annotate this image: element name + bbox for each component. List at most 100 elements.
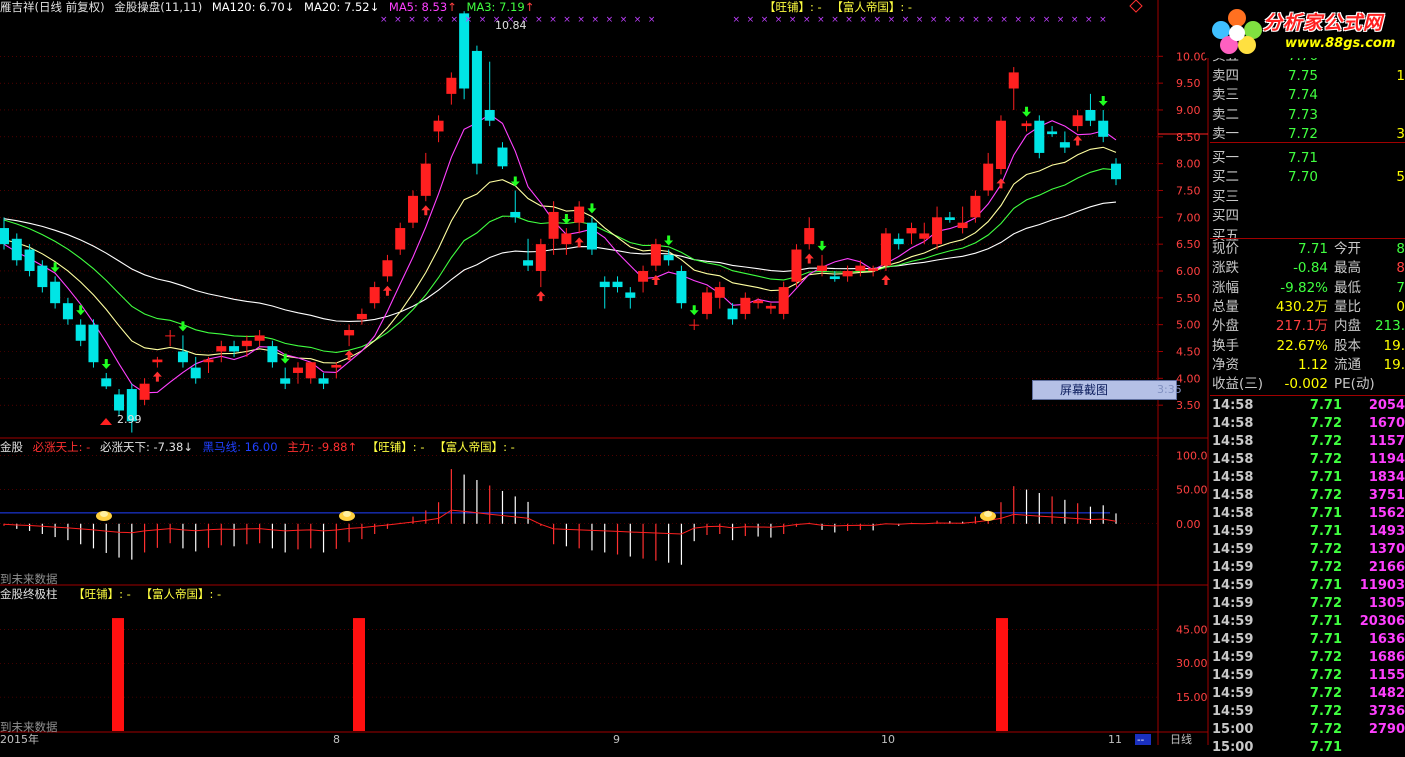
- info-value: 213.: [1374, 318, 1405, 335]
- sub2-indicator: [112, 618, 1008, 731]
- ma-yellow-line: [3, 146, 1117, 364]
- stock-title: 雁吉祥(日线 前复权): [0, 0, 105, 14]
- candle-body: [177, 351, 188, 363]
- candle-body: [791, 249, 802, 282]
- candle-body: [229, 346, 240, 352]
- x-month-9: 9: [613, 733, 620, 745]
- order-book-row[interactable]: 卖四 7.75 1: [1210, 67, 1405, 86]
- candle-body: [0, 228, 9, 245]
- candle-body: [344, 330, 355, 336]
- marker-x-icon: ×: [761, 15, 769, 25]
- y-tick-label: 9.00: [1176, 104, 1201, 117]
- sub1-bztx: 必涨天下: -7.38↓: [100, 440, 193, 454]
- kline-chart[interactable]: 10.00 9.50 9.00 8.50 8.00 7.50 7.00 6.50 6.00 5.5…: [0, 0, 1210, 745]
- marker-x-icon: ×: [1043, 15, 1051, 25]
- mode-button[interactable]: --: [1137, 735, 1145, 745]
- tick-volume: 1562: [1368, 506, 1405, 521]
- tick-price: 7.72: [1309, 560, 1342, 575]
- tick-row: 15:00 7.71: [1210, 739, 1405, 757]
- y-tick-label: 100.0: [1176, 449, 1208, 462]
- candle-body: [11, 238, 22, 261]
- tick-row: 14:59 7.71 1636: [1210, 631, 1405, 649]
- order-book-row[interactable]: 买三: [1210, 188, 1405, 207]
- arrow-down-icon: [664, 235, 674, 246]
- x-month-10: 10: [881, 733, 895, 745]
- moving-average-lines: [3, 113, 1117, 394]
- arrow-down-icon: ↓: [284, 0, 295, 14]
- sub1-wangpu: 【旺铺】: -: [366, 440, 425, 454]
- order-level: 买四: [1212, 208, 1239, 224]
- marker-x-icon: ×: [1057, 15, 1065, 25]
- tick-time: 14:59: [1212, 650, 1254, 665]
- y-tick-label: 7.50: [1176, 184, 1201, 197]
- marker-x-icon: ×: [944, 15, 952, 25]
- candle-body: [446, 77, 457, 94]
- low-marker: [100, 418, 112, 425]
- sub2-header: 金股终极柱 【旺铺】: - 【富人帝国】: -: [0, 587, 1160, 601]
- tick-price: 7.72: [1309, 542, 1342, 557]
- info-label: 流通: [1334, 356, 1361, 373]
- candle-body: [1059, 142, 1070, 148]
- candle-body: [548, 211, 559, 239]
- tick-price: 7.72: [1309, 416, 1342, 431]
- signal-column: [353, 618, 365, 731]
- site-logo: 分析家公式网 www.88gs.com: [1205, 0, 1405, 58]
- order-book-row[interactable]: 买一 7.71: [1210, 149, 1405, 168]
- info-row: 换手 22.67% 股本 19.: [1210, 337, 1405, 356]
- candle-body: [714, 287, 725, 298]
- arrow-down-icon: [178, 321, 188, 332]
- candle-body: [625, 292, 636, 298]
- y-tick-label: 3.50: [1176, 399, 1201, 412]
- info-value: -9.82%: [1280, 279, 1328, 296]
- logo-url[interactable]: www.88gs.com: [1285, 36, 1395, 51]
- arrow-up-icon: [996, 178, 1006, 189]
- candle-body: [944, 217, 955, 220]
- tick-time: 14:58: [1212, 416, 1254, 431]
- tick-volume: 11903: [1359, 578, 1405, 593]
- sub1-indicator: [0, 469, 1117, 565]
- order-book-row[interactable]: 卖三 7.74: [1210, 86, 1405, 105]
- period-label[interactable]: 日线: [1170, 732, 1192, 745]
- y-tick-label: 50.00: [1176, 484, 1208, 497]
- candle-body: [318, 378, 329, 384]
- tick-volume: 1686: [1368, 650, 1405, 665]
- marker-x-icon: ×: [930, 15, 938, 25]
- arrow-up-icon: [152, 371, 162, 382]
- marker-x-icon: ×: [986, 15, 994, 25]
- marker-x-icon: ×: [563, 15, 571, 25]
- order-price: 7.70: [1287, 169, 1318, 185]
- tick-price: 7.72: [1309, 668, 1342, 683]
- candle-body: [906, 228, 917, 234]
- candle-body: [331, 364, 342, 368]
- info-row: 外盘 217.1万 内盘 213.: [1210, 317, 1405, 336]
- tick-time: 14:59: [1212, 614, 1254, 629]
- tick-time: 14:58: [1212, 434, 1254, 449]
- divider: [1210, 142, 1405, 143]
- screenshot-button[interactable]: 屏幕截图 3:35: [1032, 380, 1182, 400]
- marker-x-icon: ×: [831, 15, 839, 25]
- candle-body: [676, 270, 687, 304]
- sub1-zhuli: 主力: -9.88↑: [287, 440, 358, 454]
- y-tick-label: 8.50: [1176, 131, 1201, 144]
- marker-x-icon: ×: [1015, 15, 1023, 25]
- tick-row: 15:00 7.72 2790: [1210, 721, 1405, 739]
- marker-x-icon: ×: [845, 15, 853, 25]
- marker-x-icon: ×: [775, 15, 783, 25]
- divider: [1210, 238, 1405, 239]
- candle-body: [842, 270, 853, 277]
- marker-x-icon: ×: [549, 15, 557, 25]
- tick-row: 14:59 7.72 1686: [1210, 649, 1405, 667]
- order-book-row[interactable]: 买四: [1210, 207, 1405, 226]
- marker-x-icon: ×: [803, 15, 811, 25]
- tick-price: 7.72: [1309, 722, 1342, 737]
- order-book-row[interactable]: 卖二 7.73: [1210, 106, 1405, 125]
- signal-column: [996, 618, 1008, 731]
- candle-body: [267, 346, 278, 363]
- candle-body: [408, 195, 419, 223]
- y-tick-label: 5.00: [1176, 319, 1201, 332]
- info-label: 今开: [1334, 241, 1361, 257]
- main-header: 雁吉祥(日线 前复权) 金股操盘(11,11) MA120: 6.70↓ MA2…: [0, 0, 1160, 14]
- info-value: 7.71: [1297, 241, 1328, 257]
- order-book-row[interactable]: 买二 7.70 5: [1210, 168, 1405, 187]
- main-y-axis: 10.00 9.50 9.00 8.50 8.00 7.50 7.00 6.50 6.00 5.5…: [1158, 50, 1208, 412]
